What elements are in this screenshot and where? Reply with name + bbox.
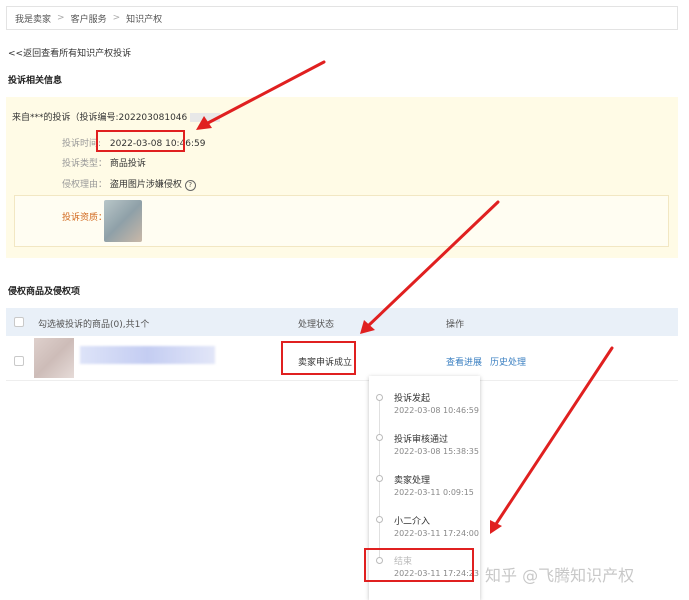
annotation-arrow [366,200,500,328]
annotation-arrows [196,60,614,534]
annotation-arrow [204,60,326,126]
annotation-arrow [494,346,614,526]
